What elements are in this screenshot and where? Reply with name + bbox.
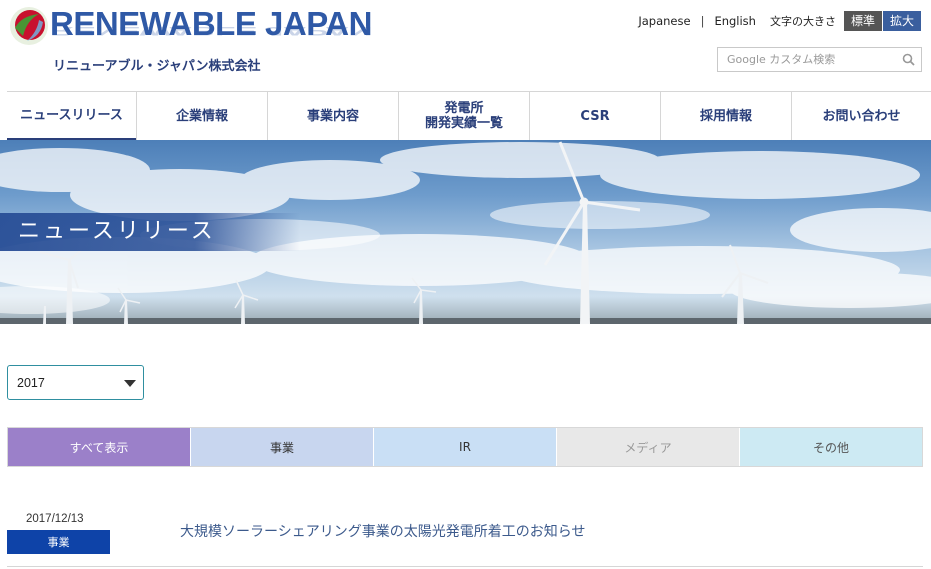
- year-select[interactable]: 2017: [7, 365, 144, 400]
- filter-tab-all[interactable]: すべて表示: [8, 428, 190, 466]
- nav-item-company[interactable]: 企業情報: [136, 92, 267, 140]
- font-size-standard-button[interactable]: 標準: [843, 11, 882, 31]
- nav-item-csr[interactable]: CSR: [529, 92, 660, 140]
- nav-label: 企業情報: [175, 108, 228, 124]
- lang-english-link[interactable]: English: [714, 14, 756, 28]
- category-filter-tabs: すべて表示 事業 IR メディア その他: [7, 427, 923, 467]
- site-header: RENEWABLE JAPAN RENEWABLE JAPAN リニューアブル・…: [0, 0, 931, 91]
- nav-item-recruit[interactable]: 採用情報: [660, 92, 791, 140]
- nav-label: お問い合わせ: [822, 108, 901, 124]
- utility-bar: Japanese | English 文字の大きさ 標準 拡大: [638, 11, 921, 31]
- filter-tab-ir[interactable]: IR: [373, 428, 556, 466]
- font-size-label: 文字の大きさ: [769, 15, 836, 28]
- nav-label: 事業内容: [306, 108, 359, 124]
- main-nav: ニュースリリース 企業情報 事業内容 発電所 開発実績一覧 CSR 採用情報 お…: [7, 91, 931, 140]
- nav-item-news[interactable]: ニュースリリース: [7, 92, 136, 140]
- news-title-link[interactable]: 大規模ソーラーシェアリング事業の太陽光発電所着工のお知らせ: [180, 521, 585, 541]
- nav-item-business[interactable]: 事業内容: [267, 92, 398, 140]
- nav-label: 発電所 開発実績一覧: [424, 101, 503, 131]
- font-size-large-button[interactable]: 拡大: [882, 11, 921, 31]
- company-logo-icon[interactable]: [9, 6, 49, 46]
- nav-label: CSR: [580, 108, 610, 124]
- nav-item-contact[interactable]: お問い合わせ: [791, 92, 931, 140]
- news-date: 2017/12/13: [26, 513, 84, 525]
- search-icon[interactable]: [895, 48, 921, 71]
- page-title: ニュースリリース: [0, 213, 300, 251]
- nav-item-plants[interactable]: 発電所 開発実績一覧: [398, 92, 529, 140]
- chevron-down-icon: [124, 380, 136, 387]
- filter-tab-other[interactable]: その他: [739, 428, 922, 466]
- logo-reflection: RENEWABLE JAPAN: [50, 24, 372, 38]
- news-list-item: 2017/12/13 事業 大規模ソーラーシェアリング事業の太陽光発電所着工のお…: [7, 512, 923, 567]
- lang-separator: |: [700, 14, 705, 28]
- nav-label: ニュースリリース: [20, 107, 123, 123]
- filter-tab-media[interactable]: メディア: [556, 428, 739, 466]
- lang-japanese-link[interactable]: Japanese: [638, 14, 690, 28]
- search-input[interactable]: [718, 48, 895, 71]
- site-search: [717, 47, 922, 72]
- news-category-badge: 事業: [7, 530, 110, 554]
- year-select-value: 2017: [17, 375, 45, 390]
- nav-label: 採用情報: [699, 108, 752, 124]
- filter-tab-business[interactable]: 事業: [190, 428, 373, 466]
- hero-banner: ニュースリリース: [0, 140, 931, 324]
- company-name: リニューアブル・ジャパン株式会社: [53, 59, 261, 74]
